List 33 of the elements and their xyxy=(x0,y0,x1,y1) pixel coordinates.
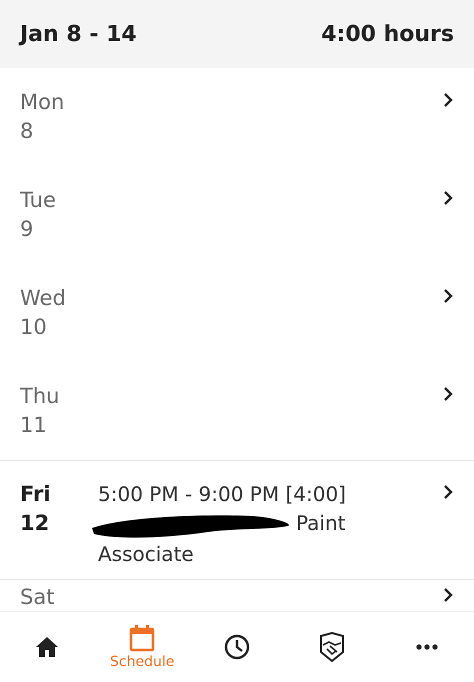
home-icon xyxy=(35,636,60,658)
shift-role: Associate xyxy=(98,542,194,566)
week-range: Jan 8 - 14 xyxy=(20,22,137,46)
day-name: Thu xyxy=(20,383,60,410)
chevron-icon xyxy=(442,190,454,206)
day-name: Mon xyxy=(20,89,66,116)
day-date: 9 xyxy=(20,216,34,243)
tab-label: Schedule xyxy=(110,654,174,670)
week-total-hours: 4:00 hours xyxy=(321,22,454,46)
shift-time: 5:00 PM - 9:00 PM [4:00] xyxy=(98,482,346,506)
calendar-icon xyxy=(129,624,156,652)
clock-tab[interactable] xyxy=(224,634,250,660)
schedule-tab[interactable]: Schedule xyxy=(110,624,174,670)
clock-icon xyxy=(224,634,250,660)
day-name: Fri xyxy=(20,481,52,508)
chevron-icon xyxy=(442,484,454,500)
day-date: 12 xyxy=(20,510,50,537)
day-date: 10 xyxy=(20,314,48,341)
chevron-icon xyxy=(442,587,454,603)
shield-tab[interactable] xyxy=(318,632,345,662)
day-name: Tue xyxy=(20,187,57,214)
day-name: Sat xyxy=(20,584,56,611)
more-icon xyxy=(416,644,438,650)
chevron-icon xyxy=(442,92,454,108)
day-name: Wed xyxy=(20,285,67,312)
home-tab[interactable] xyxy=(35,636,60,658)
more-tab[interactable] xyxy=(416,644,438,650)
chevron-icon xyxy=(442,288,454,304)
shift-role: Paint xyxy=(296,511,346,535)
day-date: 8 xyxy=(20,118,34,145)
day-date: 11 xyxy=(20,412,48,439)
chevron-icon xyxy=(442,386,454,402)
handshake-shield-icon xyxy=(318,632,345,662)
